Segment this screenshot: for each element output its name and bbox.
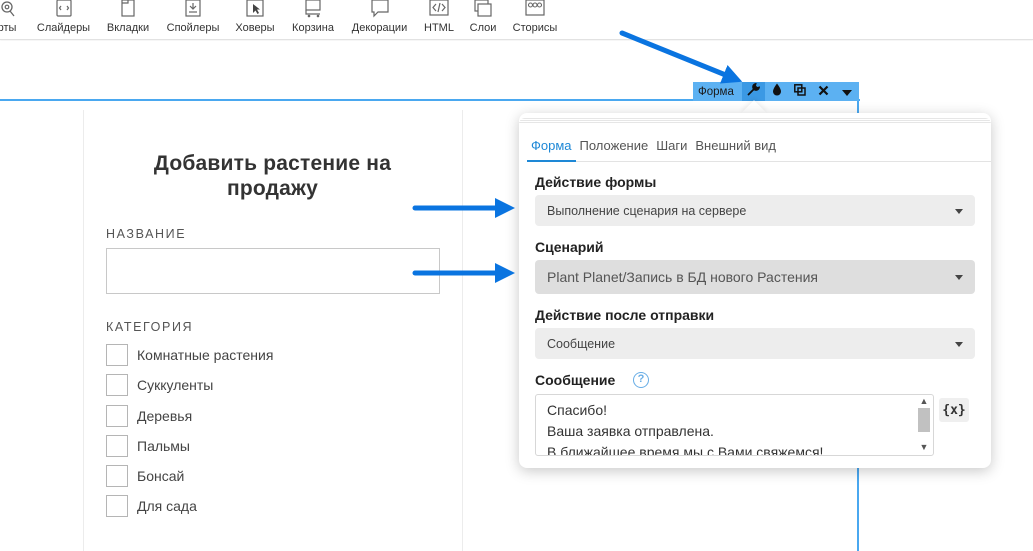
form-action-value: Выполнение сценария на сервере — [547, 203, 747, 218]
checkbox-label: Бонсай — [137, 468, 185, 484]
message-line: Спасибо! — [547, 402, 607, 418]
toolbar-label-stories: Сторисы — [512, 22, 558, 34]
category-checkbox-row[interactable]: Суккуленты — [106, 374, 213, 396]
map-pin-icon — [0, 0, 17, 19]
chevron-down-icon — [955, 275, 963, 280]
duplicate-button[interactable] — [789, 82, 812, 101]
cursor-icon — [245, 0, 265, 19]
toolbar-item-layers[interactable]: Слои — [468, 0, 498, 38]
scroll-up-icon[interactable]: ▲ — [916, 395, 932, 407]
checkbox[interactable] — [106, 374, 128, 396]
chevron-down-icon — [955, 208, 963, 214]
popup-tabs: Форма Положение Шаги Внешний вид — [527, 133, 991, 162]
after-submit-label: Действие после отправки — [535, 307, 715, 323]
tab-appearance[interactable]: Внешний вид — [691, 133, 780, 162]
toolbar-item-sliders[interactable]: Слайдеры — [37, 0, 90, 38]
wrench-icon — [747, 82, 761, 101]
scenario-value: Plant Planet/Запись в БД нового Растения — [547, 269, 818, 285]
form-action-select[interactable]: Выполнение сценария на сервере — [535, 195, 975, 226]
delete-button[interactable] — [812, 82, 835, 101]
toolbar-item-decorations[interactable]: Декорации — [350, 0, 409, 38]
checkbox-label: Для сада — [137, 498, 197, 514]
category-checkbox-row[interactable]: Бонсай — [106, 465, 184, 487]
settings-button[interactable] — [741, 82, 766, 101]
style-button[interactable] — [765, 82, 788, 101]
checkbox[interactable] — [106, 405, 128, 427]
after-submit-value: Сообщение — [547, 336, 616, 351]
message-textarea[interactable]: Спасибо! Ваша заявка отправлена. В ближа… — [535, 394, 934, 456]
toolbar-item-cart[interactable]: Корзина — [290, 0, 336, 38]
block-selection-bar: Форма — [693, 82, 859, 101]
checkbox[interactable] — [106, 495, 128, 517]
column-divider — [83, 110, 84, 551]
tabs-icon — [118, 0, 138, 19]
tab-position[interactable]: Положение — [576, 133, 653, 162]
category-checkbox-row[interactable]: Деревья — [106, 405, 192, 427]
column-divider — [462, 110, 463, 551]
toolbar-item-tabs[interactable]: Вкладки — [105, 0, 151, 38]
toolbar-item-html[interactable]: HTML — [422, 0, 456, 38]
toolbar-label-hovers: Ховеры — [235, 22, 275, 34]
toolbar-item-spoilers[interactable]: Спойлеры — [166, 0, 220, 38]
speech-bubble-icon — [370, 0, 390, 19]
spoiler-icon — [183, 0, 203, 19]
toolbar-label-maps: рты — [0, 22, 17, 34]
scenario-select[interactable]: Plant Planet/Запись в БД нового Растения — [535, 260, 975, 294]
toolbar-label-tabs: Вкладки — [106, 22, 150, 34]
checkbox[interactable] — [106, 344, 128, 366]
scenario-label: Сценарий — [535, 239, 604, 255]
form-title-line: Добавить растение на — [153, 152, 392, 175]
toolbar-label-cart: Корзина — [292, 22, 334, 34]
chevron-down-icon — [842, 83, 853, 101]
message-label: Сообщение — [535, 372, 616, 388]
checkbox[interactable] — [106, 435, 128, 457]
category-field-label: КАТЕГОРИЯ — [106, 320, 194, 334]
stories-icon — [525, 0, 545, 19]
toolbar-item-hovers[interactable]: Ховеры — [235, 0, 275, 38]
scrollbar-thumb[interactable] — [918, 408, 930, 432]
category-checkbox-row[interactable]: Для сада — [106, 495, 197, 517]
cart-icon — [303, 0, 323, 19]
chevron-down-icon — [955, 341, 963, 347]
code-icon — [429, 0, 449, 19]
scroll-down-icon[interactable]: ▼ — [916, 441, 932, 453]
toolbar-label-html: HTML — [424, 22, 454, 34]
layers-icon — [473, 0, 493, 19]
drop-icon — [772, 83, 782, 101]
toolbar-label-sliders: Слайдеры — [36, 22, 91, 34]
more-button[interactable] — [836, 82, 859, 101]
toolbar-label-decorations: Декорации — [351, 22, 408, 34]
after-submit-select[interactable]: Сообщение — [535, 328, 975, 359]
checkbox-label: Деревья — [137, 408, 193, 424]
toolbar-item-maps[interactable]: рты — [0, 0, 22, 38]
category-checkbox-row[interactable]: Комнатные растения — [106, 344, 273, 366]
close-icon — [818, 83, 829, 101]
checkbox-label: Комнатные растения — [137, 347, 274, 363]
category-checkbox-row[interactable]: Пальмы — [106, 435, 190, 457]
slider-icon — [54, 0, 74, 19]
name-input[interactable] — [106, 248, 440, 294]
popup-drag-handle[interactable] — [519, 118, 991, 124]
checkbox[interactable] — [106, 465, 128, 487]
message-line: Ваша заявка отправлена. — [547, 423, 714, 439]
message-scrollbar[interactable]: ▲ ▼ — [916, 395, 932, 455]
form-action-label: Действие формы — [535, 174, 657, 190]
help-icon[interactable]: ? — [633, 372, 649, 388]
top-toolbar: рты Слайдеры Вкладки Спойлеры Ховеры Кор… — [0, 0, 1033, 40]
block-type-label: Форма — [698, 85, 734, 98]
toolbar-item-stories[interactable]: Сторисы — [511, 0, 559, 38]
checkbox-label: Пальмы — [137, 438, 190, 454]
form-title: Добавить растение на продажу — [106, 151, 439, 201]
form-settings-popup: Форма Положение Шаги Внешний вид Действи… — [519, 113, 991, 468]
tab-form[interactable]: Форма — [527, 133, 576, 162]
toolbar-label-spoilers: Спойлеры — [166, 22, 220, 34]
insert-variable-button[interactable]: {x} — [939, 398, 969, 422]
message-line: В ближайшее время мы с Вами свяжемся! — [547, 444, 824, 456]
checkbox-label: Суккуленты — [137, 377, 214, 393]
toolbar-label-layers: Слои — [469, 22, 497, 34]
tab-steps[interactable]: Шаги — [652, 133, 691, 162]
copy-icon — [794, 83, 807, 101]
name-field-label: НАЗВАНИЕ — [106, 227, 187, 241]
form-title-line: продажу — [226, 177, 319, 200]
